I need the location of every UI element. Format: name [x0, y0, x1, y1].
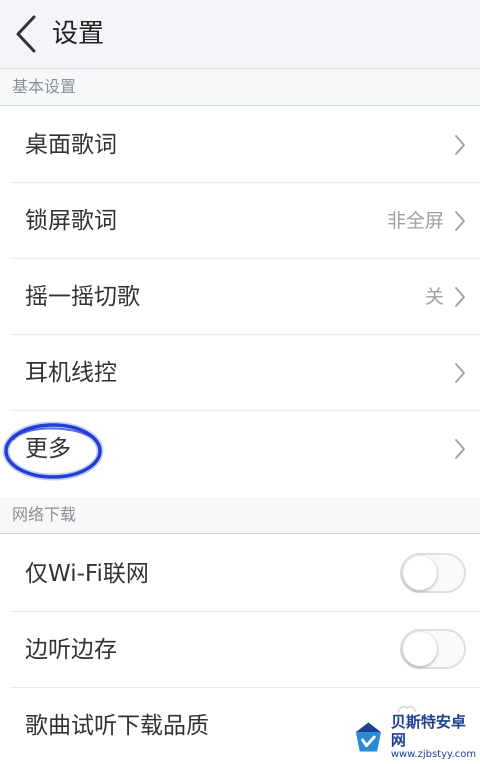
settings-row-earphone-control[interactable]: 耳机线控	[0, 335, 480, 411]
back-button[interactable]	[6, 12, 46, 56]
row-label: 桌面歌词	[25, 132, 117, 158]
settings-row-listen-save[interactable]: 边听边存	[0, 612, 480, 688]
highlight-annotation	[2, 421, 104, 481]
watermark-url: www.zjbstyy.com	[390, 749, 477, 760]
row-value: 关	[424, 286, 444, 308]
settings-row-wifi-only[interactable]: 仅Wi-Fi联网	[0, 536, 480, 612]
chevron-right-icon	[455, 211, 465, 231]
chevron-left-icon	[16, 15, 36, 53]
row-label: 摇一摇切歌	[25, 284, 140, 310]
settings-row-shake-switch[interactable]: 摇一摇切歌 关	[0, 259, 480, 335]
section-header-basic: 基本设置	[0, 69, 480, 106]
row-label: 锁屏歌词	[25, 208, 117, 234]
chevron-right-icon	[455, 363, 465, 383]
app-header: 设置	[0, 0, 480, 69]
watermark: 贝斯特安卓网 www.zjbstyy.com	[350, 713, 478, 760]
section-title: 基本设置	[12, 77, 77, 96]
toggle-knob	[403, 556, 437, 590]
row-label: 仅Wi-Fi联网	[25, 561, 149, 587]
page-title: 设置	[52, 19, 105, 49]
chevron-right-icon	[455, 439, 465, 459]
chevron-right-icon	[455, 287, 465, 307]
wifi-only-toggle[interactable]	[400, 553, 466, 593]
section-header-network: 网络下载	[0, 497, 480, 534]
row-label: 耳机线控	[25, 360, 117, 386]
settings-row-desktop-lyrics[interactable]: 桌面歌词	[0, 107, 480, 183]
row-label: 边听边存	[25, 637, 117, 663]
row-label: 歌曲试听下载品质	[25, 713, 209, 739]
toggle-knob	[403, 632, 437, 666]
watermark-logo-icon	[355, 722, 381, 752]
row-value: 非全屏	[386, 210, 444, 232]
chevron-right-icon	[455, 135, 465, 155]
settings-row-lockscreen-lyrics[interactable]: 锁屏歌词 非全屏	[0, 183, 480, 259]
listen-save-toggle[interactable]	[400, 629, 466, 669]
watermark-name: 贝斯特安卓网	[390, 713, 466, 749]
section-title: 网络下载	[12, 505, 77, 524]
